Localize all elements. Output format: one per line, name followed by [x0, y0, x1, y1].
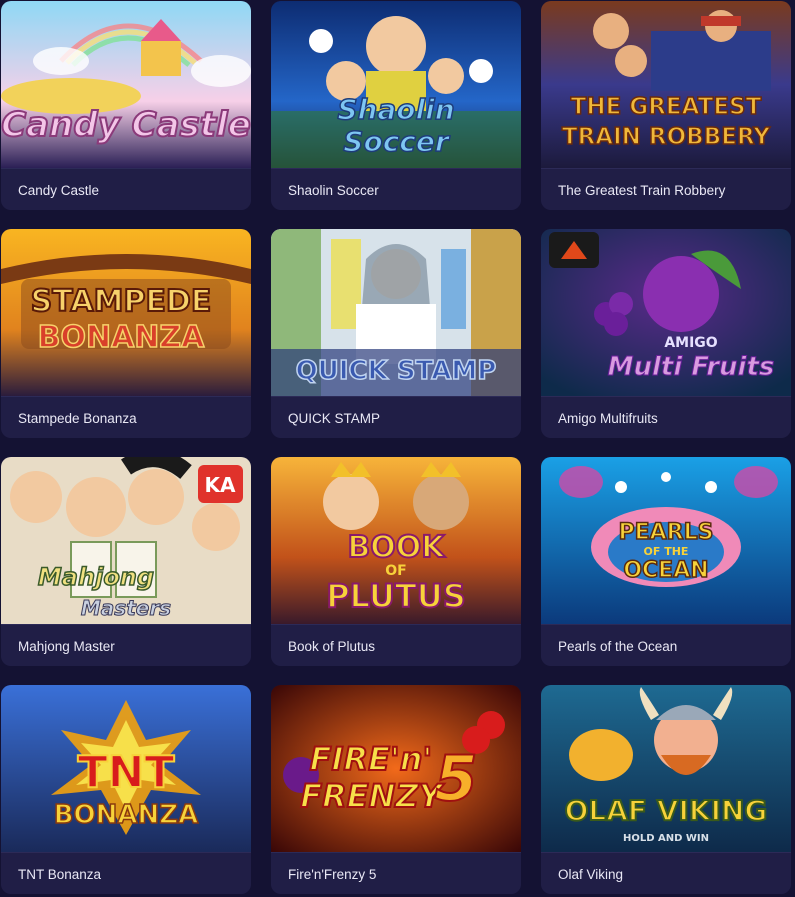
game-card-stampede-bonanza[interactable]: STAMPEDE BONANZA Stampede Bonanza [1, 229, 251, 438]
stampede-bonanza-art: STAMPEDE BONANZA [1, 229, 251, 396]
game-thumbnail[interactable]: THE GREATEST TRAIN ROBBERY [541, 1, 791, 168]
game-caption: Shaolin Soccer [271, 168, 521, 210]
svg-text:TNT: TNT [78, 747, 175, 798]
game-thumbnail[interactable]: PEARLS OF THE OCEAN [541, 457, 791, 624]
amigo-multifruits-art: AMIGO Multi Fruits [541, 229, 791, 396]
game-card-olaf-viking[interactable]: OLAF VIKING HOLD AND WIN Olaf Viking [541, 685, 791, 894]
game-caption: Candy Castle [1, 168, 251, 210]
game-caption: Amigo Multifruits [541, 396, 791, 438]
svg-text:5: 5 [434, 742, 477, 815]
game-card-pearls-of-the-ocean[interactable]: PEARLS OF THE OCEAN Pearls of the Ocean [541, 457, 791, 666]
game-thumbnail[interactable]: KA Mahjong Masters [1, 457, 251, 624]
mahjong-master-art: KA Mahjong Masters [1, 457, 251, 624]
svg-text:PEARLS: PEARLS [619, 520, 714, 545]
game-thumbnail[interactable]: STAMPEDE BONANZA [1, 229, 251, 396]
svg-text:TRAIN ROBBERY: TRAIN ROBBERY [562, 124, 771, 150]
svg-text:FRENZY: FRENZY [300, 777, 444, 815]
game-card-shaolin-soccer[interactable]: Shaolin Soccer Shaolin Soccer [271, 1, 521, 210]
game-title: Fire'n'Frenzy 5 [288, 867, 377, 882]
game-title: Pearls of the Ocean [558, 639, 678, 654]
svg-text:BONANZA: BONANZA [38, 320, 206, 355]
svg-text:PLUTUS: PLUTUS [326, 577, 466, 615]
book-of-plutus-art: BOOK OF PLUTUS [271, 457, 521, 624]
svg-text:Shaolin: Shaolin [337, 93, 454, 126]
game-title: The Greatest Train Robbery [558, 183, 726, 198]
game-title: Amigo Multifruits [558, 411, 658, 426]
game-card-book-of-plutus[interactable]: BOOK OF PLUTUS Book of Plutus [271, 457, 521, 666]
svg-text:OCEAN: OCEAN [623, 558, 708, 583]
game-grid: Candy Castle Candy Castle Shaolin Soccer… [0, 0, 795, 897]
svg-text:QUICK STAMP: QUICK STAMP [296, 356, 497, 386]
game-caption: The Greatest Train Robbery [541, 168, 791, 210]
game-caption: Fire'n'Frenzy 5 [271, 852, 521, 894]
game-thumbnail[interactable]: QUICK STAMP [271, 229, 521, 396]
shaolin-soccer-art: Shaolin Soccer [271, 1, 521, 168]
game-title: Shaolin Soccer [288, 183, 379, 198]
svg-text:Soccer: Soccer [343, 125, 451, 158]
svg-text:BONANZA: BONANZA [54, 800, 199, 830]
game-caption: Pearls of the Ocean [541, 624, 791, 666]
svg-text:AMIGO: AMIGO [664, 335, 717, 351]
fire-n-frenzy-art: FIRE'n' FRENZY 5 [271, 685, 521, 852]
svg-text:STAMPEDE: STAMPEDE [31, 284, 212, 319]
svg-text:OF THE: OF THE [644, 545, 689, 558]
game-caption: Stampede Bonanza [1, 396, 251, 438]
svg-text:Masters: Masters [81, 596, 171, 620]
game-title: TNT Bonanza [18, 867, 102, 882]
game-title: Olaf Viking [558, 867, 624, 882]
svg-text:FIRE'n': FIRE'n' [310, 740, 433, 778]
game-card-candy-castle[interactable]: Candy Castle Candy Castle [1, 1, 251, 210]
game-card-amigo-multifruits[interactable]: AMIGO Multi Fruits Amigo Multifruits [541, 229, 791, 438]
game-card-greatest-train-robbery[interactable]: THE GREATEST TRAIN ROBBERY The Greatest … [541, 1, 791, 210]
svg-text:BOOK: BOOK [347, 530, 446, 565]
game-caption: TNT Bonanza [1, 852, 251, 894]
svg-text:OLAF VIKING: OLAF VIKING [565, 794, 768, 827]
svg-text:Mahjong: Mahjong [38, 563, 154, 591]
game-caption: Mahjong Master [1, 624, 251, 666]
svg-text:HOLD AND WIN: HOLD AND WIN [623, 833, 709, 844]
quick-stamp-art: QUICK STAMP [271, 229, 521, 396]
game-title: QUICK STAMP [288, 411, 381, 426]
svg-text:THE GREATEST: THE GREATEST [571, 94, 762, 120]
game-caption: Book of Plutus [271, 624, 521, 666]
pearls-of-the-ocean-art: PEARLS OF THE OCEAN [541, 457, 791, 624]
game-card-tnt-bonanza[interactable]: TNT BONANZA TNT Bonanza [1, 685, 251, 894]
game-card-fire-n-frenzy-5[interactable]: FIRE'n' FRENZY 5 Fire'n'Frenzy 5 [271, 685, 521, 894]
game-title: Stampede Bonanza [18, 411, 137, 426]
game-thumbnail[interactable]: BOOK OF PLUTUS [271, 457, 521, 624]
train-robbery-art: THE GREATEST TRAIN ROBBERY [541, 1, 791, 168]
game-thumbnail[interactable]: Candy Castle [1, 1, 251, 168]
game-caption: Olaf Viking [541, 852, 791, 894]
game-thumbnail[interactable]: Shaolin Soccer [271, 1, 521, 168]
game-card-mahjong-master[interactable]: KA Mahjong Masters Mahjong Master [1, 457, 251, 666]
game-caption: QUICK STAMP [271, 396, 521, 438]
svg-text:Multi Fruits: Multi Fruits [608, 352, 775, 382]
game-thumbnail[interactable]: AMIGO Multi Fruits [541, 229, 791, 396]
candy-castle-art: Candy Castle [1, 1, 251, 168]
tnt-bonanza-art: TNT BONANZA [1, 685, 251, 852]
olaf-viking-art: OLAF VIKING HOLD AND WIN [541, 685, 791, 852]
svg-text:KA: KA [205, 473, 236, 497]
svg-text:Candy Castle: Candy Castle [1, 105, 251, 145]
game-thumbnail[interactable]: OLAF VIKING HOLD AND WIN [541, 685, 791, 852]
game-title: Book of Plutus [288, 639, 376, 654]
game-title: Candy Castle [18, 183, 100, 198]
game-thumbnail[interactable]: TNT BONANZA [1, 685, 251, 852]
game-title: Mahjong Master [18, 639, 115, 654]
game-thumbnail[interactable]: FIRE'n' FRENZY 5 [271, 685, 521, 852]
game-card-quick-stamp[interactable]: QUICK STAMP QUICK STAMP [271, 229, 521, 438]
